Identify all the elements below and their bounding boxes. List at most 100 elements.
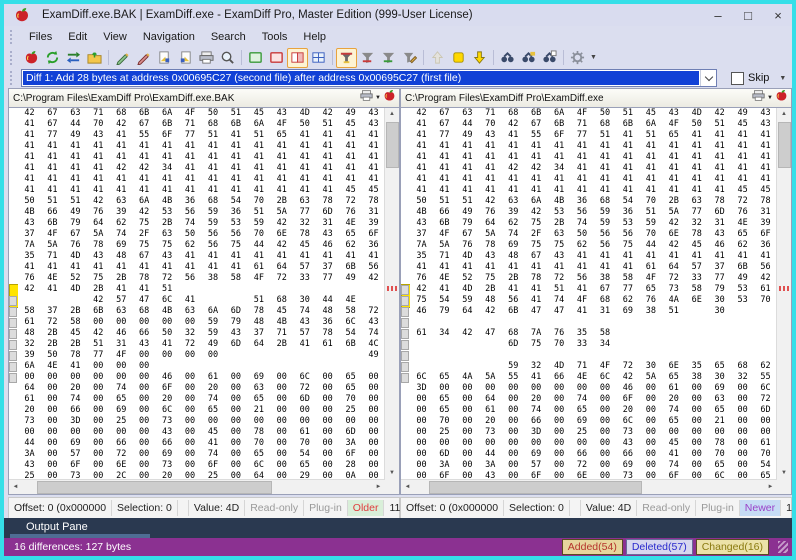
hex-cell[interactable]: 71 <box>479 108 502 119</box>
hex-cell[interactable]: 00 <box>685 416 708 427</box>
hex-cell[interactable]: 41 <box>133 185 156 196</box>
hex-cell[interactable]: 72 <box>731 196 754 207</box>
hex-cell[interactable]: 37 <box>708 262 731 273</box>
hex-cell[interactable]: 00 <box>270 427 293 438</box>
hex-cell[interactable]: 00 <box>731 394 754 405</box>
hex-cell[interactable]: 76 <box>410 273 433 284</box>
hex-cell[interactable]: 6E <box>662 229 685 240</box>
hex-cell[interactable] <box>594 350 617 361</box>
hex-cell[interactable]: 65 <box>247 394 270 405</box>
hex-cell[interactable]: 46 <box>708 240 731 251</box>
hex-cell[interactable]: 53 <box>616 218 639 229</box>
hex-cell[interactable]: 00 <box>110 372 133 383</box>
hex-cell[interactable]: 41 <box>18 152 41 163</box>
hex-cell[interactable]: 68 <box>133 306 156 317</box>
hex-cell[interactable]: 41 <box>708 174 731 185</box>
hex-cell[interactable]: 5A <box>433 240 456 251</box>
combo-dropdown-button[interactable] <box>700 70 716 86</box>
hex-cell[interactable]: 41 <box>64 163 87 174</box>
hex-cell[interactable]: 74 <box>662 405 685 416</box>
hex-cell[interactable]: 43 <box>754 108 777 119</box>
scroll-up-arrow-icon[interactable]: ▲ <box>777 108 791 121</box>
hex-cell[interactable]: 42 <box>502 119 525 130</box>
hex-cell[interactable]: 70 <box>639 229 662 240</box>
hex-cell[interactable] <box>662 328 685 339</box>
hex-cell[interactable]: 56 <box>571 207 594 218</box>
hex-cell[interactable] <box>224 361 247 372</box>
hex-cell[interactable]: 41 <box>179 185 202 196</box>
hex-row[interactable]: 41414141414141414141414141414141 <box>410 174 777 185</box>
hex-cell[interactable]: 56 <box>594 229 617 240</box>
hex-cell[interactable]: 00 <box>156 350 179 361</box>
hex-cell[interactable]: 59 <box>202 317 225 328</box>
hex-cell[interactable]: 38 <box>639 306 662 317</box>
hex-cell[interactable]: 61 <box>410 328 433 339</box>
hex-cell[interactable]: 31 <box>362 207 385 218</box>
hex-cell[interactable] <box>224 295 247 306</box>
hex-row[interactable]: 0000000000004600610069006C006500 <box>18 372 385 383</box>
print-preview-icon[interactable] <box>217 48 238 68</box>
hex-cell[interactable]: 00 <box>639 405 662 416</box>
hex-cell[interactable]: 73 <box>616 427 639 438</box>
hex-cell[interactable]: 66 <box>525 416 548 427</box>
hex-cell[interactable]: 41 <box>708 251 731 262</box>
hex-cell[interactable]: 41 <box>224 251 247 262</box>
hex-cell[interactable]: 5A <box>662 207 685 218</box>
hex-cell[interactable]: 45 <box>64 328 87 339</box>
hex-cell[interactable]: 56 <box>224 229 247 240</box>
hex-cell[interactable]: 63 <box>110 306 133 317</box>
hex-cell[interactable]: 61 <box>316 339 339 350</box>
diff-selector-combobox[interactable]: Diff 1: Add 28 bytes at address 0x00695C… <box>21 69 717 87</box>
hex-cell[interactable] <box>316 361 339 372</box>
chevron-down-icon[interactable]: ▼ <box>375 95 381 101</box>
hex-cell[interactable]: 56 <box>754 262 777 273</box>
hex-row[interactable]: 6D75703334 <box>410 339 777 350</box>
hex-cell[interactable]: 41 <box>731 174 754 185</box>
hex-cell[interactable]: 41 <box>41 163 64 174</box>
hex-row[interactable]: 44006900660066004100700070003A00 <box>18 438 385 449</box>
hex-cell[interactable]: 00 <box>362 394 385 405</box>
hex-cell[interactable]: 3A <box>479 460 502 471</box>
hex-cell[interactable]: 6D <box>502 339 525 350</box>
hex-cell[interactable]: 42 <box>525 207 548 218</box>
hex-cell[interactable]: 41 <box>18 119 41 130</box>
hex-cell[interactable]: 55 <box>502 372 525 383</box>
hex-cell[interactable]: 00 <box>410 416 433 427</box>
hex-cell[interactable]: 00 <box>270 405 293 416</box>
hex-cell[interactable]: 41 <box>156 174 179 185</box>
hex-cell[interactable]: 41 <box>525 141 548 152</box>
hex-row[interactable]: 41414141424234414141414141414141 <box>18 163 385 174</box>
hex-cell[interactable]: 44 <box>247 240 270 251</box>
hex-cell[interactable]: 41 <box>456 152 479 163</box>
hex-cell[interactable]: 41 <box>731 152 754 163</box>
hex-cell[interactable]: 41 <box>270 152 293 163</box>
hex-cell[interactable]: 49 <box>362 350 385 361</box>
hex-cell[interactable]: 42 <box>270 240 293 251</box>
hex-cell[interactable]: 6F <box>362 229 385 240</box>
hex-cell[interactable]: 72 <box>179 339 202 350</box>
hex-row[interactable]: 003A003A005700720069007400650054 <box>410 460 777 471</box>
hex-cell[interactable]: 2F <box>133 229 156 240</box>
hex-cell[interactable]: 41 <box>685 152 708 163</box>
hex-cell[interactable]: 6C <box>247 460 270 471</box>
hex-cell[interactable]: 57 <box>293 262 316 273</box>
hex-cell[interactable]: 41 <box>594 174 617 185</box>
hex-cell[interactable]: 00 <box>41 383 64 394</box>
hex-cell[interactable]: 68 <box>110 108 133 119</box>
hex-cell[interactable]: 41 <box>708 185 731 196</box>
hex-cell[interactable]: 76 <box>339 207 362 218</box>
hex-cell[interactable]: 4D <box>456 251 479 262</box>
hex-cell[interactable]: 71 <box>41 251 64 262</box>
goto-second-icon[interactable] <box>175 48 196 68</box>
hex-cell[interactable]: 70 <box>247 229 270 240</box>
hex-cell[interactable]: 4B <box>156 196 179 207</box>
hex-cell[interactable]: 00 <box>133 460 156 471</box>
hex-cell[interactable]: 74 <box>202 394 225 405</box>
compare-files-icon[interactable] <box>21 48 42 68</box>
hex-cell[interactable]: 4F <box>179 108 202 119</box>
hex-cell[interactable]: 41 <box>362 251 385 262</box>
hex-row[interactable]: 61725800000000005979484B43366C43 <box>18 317 385 328</box>
hex-cell[interactable]: 74 <box>548 295 571 306</box>
hex-cell[interactable]: 68 <box>594 295 617 306</box>
hex-cell[interactable]: 41 <box>548 174 571 185</box>
